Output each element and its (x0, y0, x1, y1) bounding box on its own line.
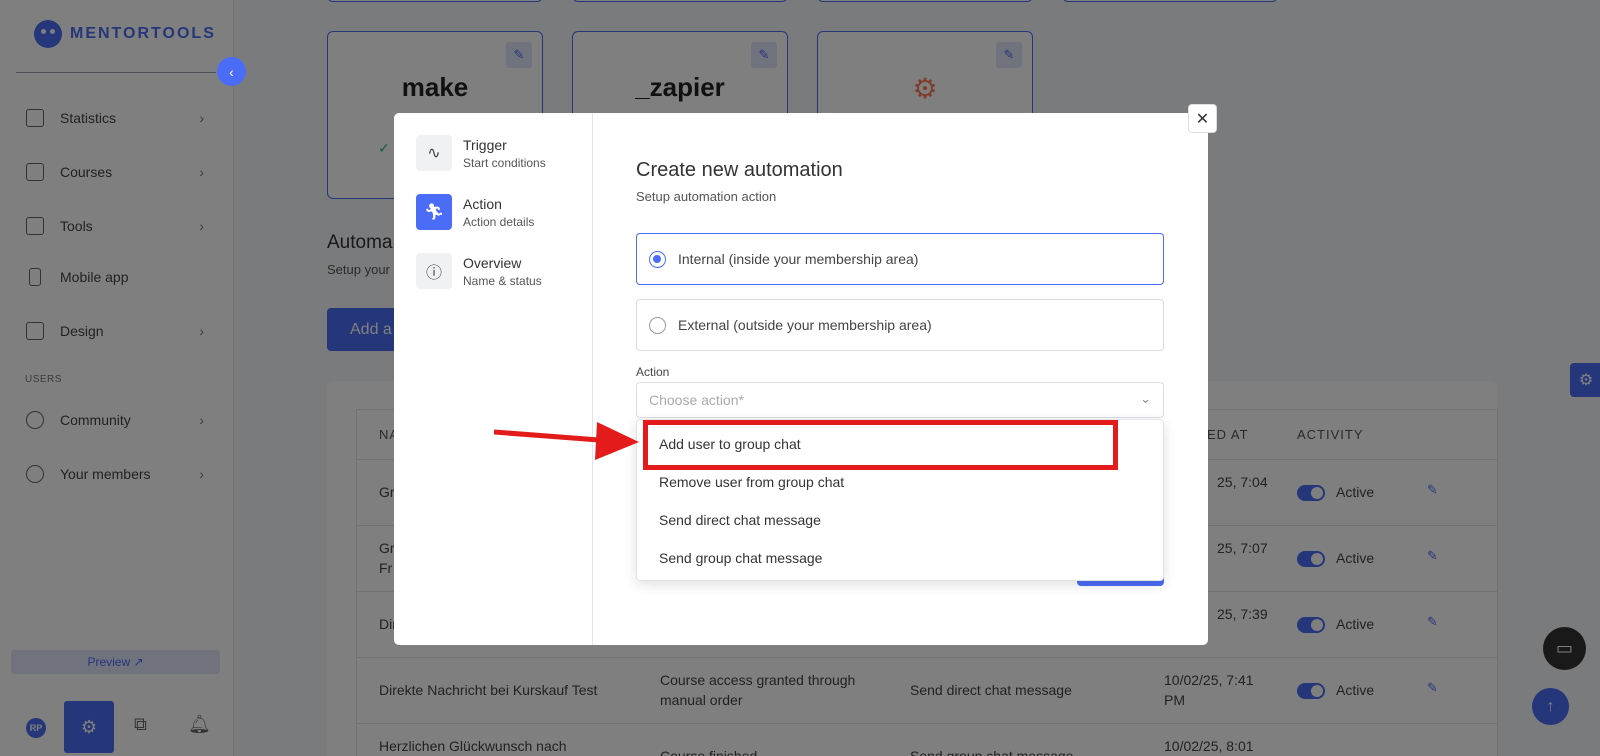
step-action[interactable]: 🏃︎ Action Action details (416, 194, 534, 230)
dropdown-item[interactable]: Remove user from group chat (659, 474, 844, 490)
option-label: External (outside your membership area) (678, 317, 932, 333)
step-trigger[interactable]: ∿ Trigger Start conditions (416, 135, 546, 171)
modal-title: Create new automation (636, 159, 843, 181)
close-button[interactable]: ✕ (1188, 104, 1217, 133)
sidebar-collapse-button[interactable]: ‹ (217, 57, 246, 86)
step-title: Overview (463, 254, 522, 271)
radio-internal[interactable] (649, 250, 666, 268)
create-automation-modal: ∿ Trigger Start conditions 🏃︎ Action Act… (394, 104, 1217, 645)
running-person-icon: 🏃︎ (416, 194, 452, 230)
select-placeholder: Choose action* (649, 392, 744, 408)
radio-external[interactable] (649, 316, 666, 334)
option-external[interactable]: External (outside your membership area) (636, 299, 1164, 351)
chevron-left-icon: ‹ (229, 63, 234, 80)
modal-subtitle: Setup automation action (636, 189, 777, 204)
info-icon: ⓘ (416, 253, 452, 289)
action-field-label: Action (636, 365, 670, 379)
step-overview[interactable]: ⓘ Overview Name & status (416, 253, 542, 289)
step-title: Trigger (463, 136, 507, 153)
step-title: Action (463, 195, 502, 212)
step-subtitle: Start conditions (463, 155, 546, 170)
option-label: Internal (inside your membership area) (678, 251, 919, 267)
step-subtitle: Name & status (463, 273, 542, 288)
modal-steps: ∿ Trigger Start conditions 🏃︎ Action Act… (394, 113, 593, 645)
annotation-highlight-box (643, 420, 1118, 470)
step-subtitle: Action details (463, 214, 535, 229)
option-internal[interactable]: Internal (inside your membership area) (636, 233, 1164, 285)
annotation-arrow-icon (494, 422, 639, 460)
dropdown-item[interactable]: Send direct chat message (659, 512, 821, 528)
pulse-icon: ∿ (416, 135, 452, 171)
action-select[interactable]: Choose action* ⌄ (636, 382, 1164, 418)
chevron-down-icon: ⌄ (1140, 391, 1151, 406)
dropdown-item[interactable]: Send group chat message (659, 550, 822, 566)
close-icon: ✕ (1195, 110, 1210, 128)
